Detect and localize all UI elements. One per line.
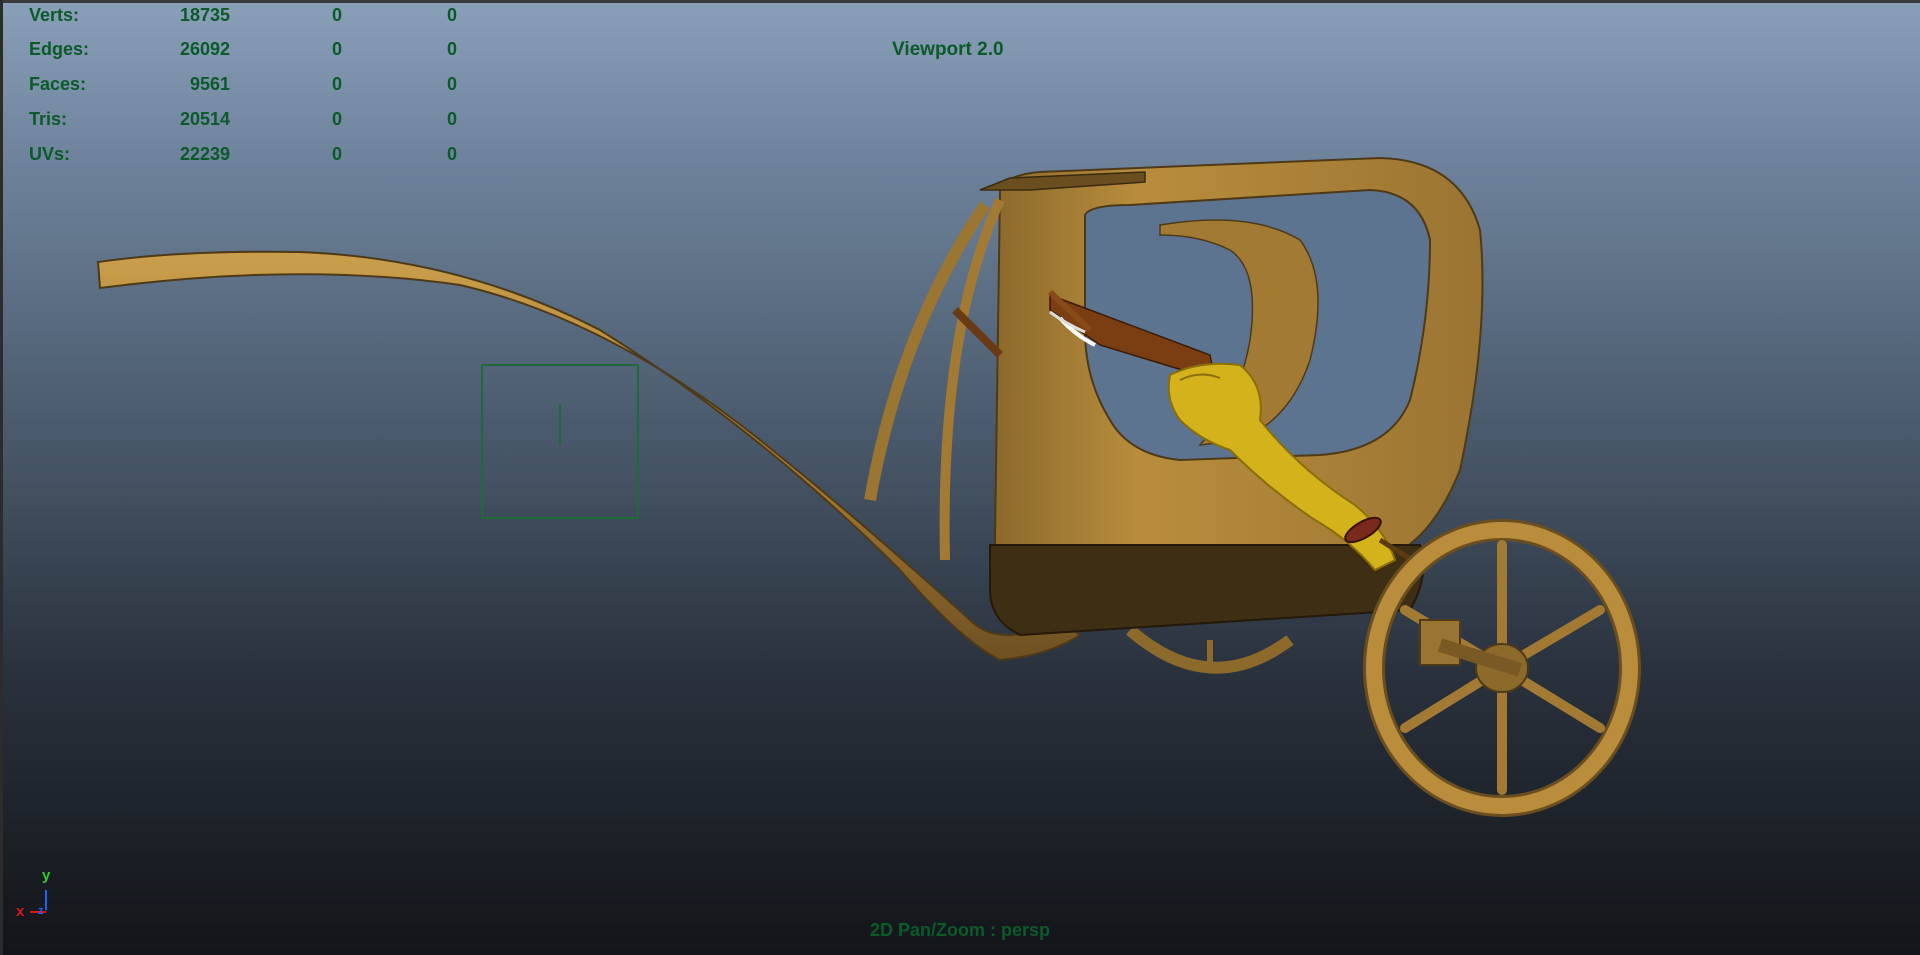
hud-value: 9561: [189, 74, 230, 94]
hud-value: 0: [331, 109, 342, 129]
hud-value: 0: [446, 39, 457, 59]
chariot-near-wheel[interactable]: [1363, 519, 1641, 817]
hud-label: Verts:: [29, 5, 80, 25]
hud-value: 0: [331, 39, 342, 59]
chariot-far-wheel[interactable]: [1126, 625, 1294, 674]
axis-z-label: z: [38, 905, 44, 917]
hud-value: 0: [446, 109, 457, 129]
hud-value: 0: [331, 5, 342, 25]
hud-row-uvs: UVs: 22239 0 0: [0, 144, 470, 178]
chariot-pole[interactable]: [96, 250, 1082, 662]
viewport-camera-status: 2D Pan/Zoom : persp: [869, 920, 1051, 940]
hud-value: 0: [446, 5, 457, 25]
hud-value: 18735: [179, 5, 230, 25]
camera-pivot-frame[interactable]: [481, 364, 639, 519]
hud-label: Faces:: [29, 74, 87, 94]
hud-value: 0: [446, 144, 457, 164]
hud-label: UVs:: [29, 144, 71, 164]
hud-value: 0: [331, 144, 342, 164]
hud-row-verts: Verts: 18735 0 0: [0, 5, 470, 39]
hud-value: 20514: [179, 109, 230, 129]
axis-x-label: x: [16, 903, 25, 917]
hud-label: Tris:: [29, 109, 68, 129]
hud-row-tris: Tris: 20514 0 0: [0, 109, 470, 143]
hud-value: 22239: [179, 144, 230, 164]
hud-row-faces: Faces: 9561 0 0: [0, 74, 470, 108]
hud-row-edges: Edges: 26092 0 0: [0, 39, 470, 73]
axis-y-label: y: [42, 867, 51, 884]
hud-value: 0: [331, 74, 342, 94]
hud-value: 0: [446, 74, 457, 94]
axis-gizmo: y x z: [16, 867, 51, 917]
hud-value: 26092: [179, 39, 230, 59]
hud-label: Edges:: [29, 39, 90, 59]
viewport-renderer-label: Viewport 2.0: [892, 39, 1004, 60]
